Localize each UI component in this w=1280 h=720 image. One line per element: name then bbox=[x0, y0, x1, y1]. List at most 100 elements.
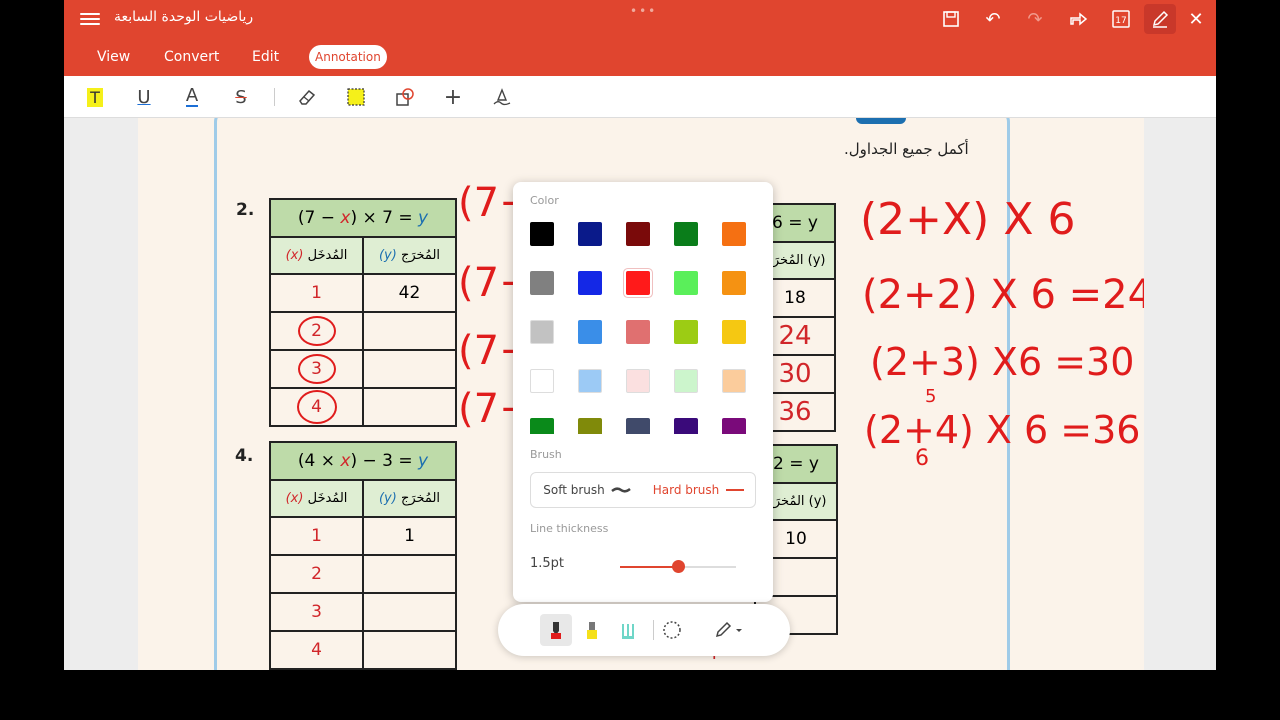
color-swatch[interactable] bbox=[722, 320, 746, 344]
color-swatch[interactable] bbox=[578, 271, 602, 295]
q2-output-cell bbox=[362, 311, 457, 351]
pdf-app: رياضيات الوحدة السابعة ••• ↶ ↷ 17 ✕ View… bbox=[64, 0, 1216, 670]
share-icon[interactable] bbox=[1064, 6, 1092, 32]
handwriting-line: (2+X) X 6 bbox=[860, 194, 1076, 245]
pen-toolbar bbox=[498, 604, 790, 656]
q4-input-header: (x) المُدخَل bbox=[269, 479, 364, 518]
shape-icon[interactable] bbox=[393, 86, 417, 108]
close-icon[interactable]: ✕ bbox=[1182, 6, 1210, 32]
color-swatch[interactable] bbox=[722, 222, 746, 246]
tab-view[interactable]: View bbox=[97, 44, 130, 70]
save-icon[interactable] bbox=[937, 6, 965, 32]
color-swatch[interactable] bbox=[674, 418, 698, 434]
color-swatch[interactable] bbox=[674, 271, 698, 295]
annotation-toolbar: T U A S + bbox=[64, 76, 1216, 118]
text-highlight-icon[interactable]: T bbox=[83, 86, 107, 108]
q4-output-cell bbox=[362, 554, 457, 594]
color-swatches bbox=[530, 222, 760, 434]
handwriting-line: (2+4) X 6 =36 bbox=[864, 408, 1141, 452]
color-swatch[interactable] bbox=[530, 222, 554, 246]
color-swatch[interactable] bbox=[674, 222, 698, 246]
handwriting-note: 5 bbox=[925, 386, 937, 407]
q2-output-cell bbox=[362, 387, 457, 427]
q4-input-cell: 2 bbox=[269, 554, 364, 594]
q2-input-cell: 2 bbox=[269, 311, 364, 351]
soft-brush-option[interactable]: Soft brush bbox=[531, 473, 643, 507]
color-swatch[interactable] bbox=[578, 320, 602, 344]
eraser-icon[interactable] bbox=[295, 86, 319, 108]
q2-input-header: (x) المُدخَل bbox=[269, 236, 364, 275]
q4-rule: (4 × x) − 3 = y bbox=[269, 441, 457, 481]
signature-pen-icon[interactable] bbox=[490, 86, 514, 108]
document-title: رياضيات الوحدة السابعة bbox=[114, 9, 254, 25]
menu-icon[interactable] bbox=[80, 10, 100, 30]
annotate-pen-icon[interactable] bbox=[1144, 4, 1176, 34]
q4-table: (4 × x) − 3 = y (x) المُدخَل (y) المُخرَ… bbox=[269, 441, 457, 670]
color-swatch[interactable] bbox=[530, 418, 554, 434]
brush-selector: Soft brush Hard brush bbox=[530, 472, 756, 508]
q2-input-cell: 1 bbox=[269, 273, 364, 313]
add-icon[interactable]: + bbox=[441, 85, 465, 110]
slider-knob[interactable] bbox=[672, 560, 685, 573]
hard-brush-icon bbox=[726, 489, 745, 491]
instruction-text: أكمل جميع الجداول. bbox=[844, 140, 969, 158]
color-swatch[interactable] bbox=[626, 222, 650, 246]
top-bar: رياضيات الوحدة السابعة ••• ↶ ↷ 17 ✕ View… bbox=[64, 0, 1216, 76]
undo-icon[interactable]: ↶ bbox=[979, 6, 1007, 32]
underline-icon[interactable]: U bbox=[132, 86, 156, 108]
drag-handle-icon[interactable]: ••• bbox=[630, 4, 657, 18]
redo-icon[interactable]: ↷ bbox=[1021, 6, 1049, 32]
color-swatch[interactable] bbox=[626, 418, 650, 434]
pen-settings-icon[interactable] bbox=[706, 614, 752, 646]
color-swatch[interactable] bbox=[530, 320, 554, 344]
color-swatch[interactable] bbox=[578, 418, 602, 434]
q2-output-header: (y) المُخرَج bbox=[362, 236, 457, 275]
thickness-label: Line thickness bbox=[530, 522, 609, 535]
color-swatch[interactable] bbox=[722, 369, 746, 393]
color-swatch[interactable] bbox=[674, 320, 698, 344]
pen-icon[interactable] bbox=[540, 614, 572, 646]
color-swatch[interactable] bbox=[626, 271, 650, 295]
thickness-slider[interactable] bbox=[620, 560, 736, 573]
tab-annotation[interactable]: Annotation bbox=[309, 45, 387, 69]
highlighter-icon[interactable] bbox=[576, 614, 608, 646]
q4-input-cell: 3 bbox=[269, 592, 364, 632]
slider-fill bbox=[620, 566, 678, 568]
area-highlight-icon[interactable] bbox=[344, 86, 368, 108]
page-badge: 17 bbox=[1115, 16, 1126, 26]
q2-output-cell: 42 bbox=[362, 273, 457, 313]
color-swatch[interactable] bbox=[530, 369, 554, 393]
eraser-tool-icon[interactable] bbox=[612, 614, 644, 646]
color-swatch[interactable] bbox=[626, 320, 650, 344]
q2-output-cell bbox=[362, 349, 457, 389]
soft-brush-icon bbox=[610, 487, 631, 493]
handwriting-note: 6 bbox=[915, 446, 929, 471]
color-swatch[interactable] bbox=[530, 271, 554, 295]
color-picker-popup: Color Brush Soft brush Hard brush Line t… bbox=[513, 182, 773, 602]
question-number: 2. bbox=[236, 200, 255, 220]
highlight-glyph: T bbox=[87, 87, 103, 107]
color-swatch[interactable] bbox=[626, 369, 650, 393]
q4-output-header: (y) المُخرَج bbox=[362, 479, 457, 518]
color-swatch[interactable] bbox=[578, 369, 602, 393]
q4-output-cell: 1 bbox=[362, 516, 457, 556]
strike-glyph: S bbox=[235, 86, 247, 108]
text-color-icon[interactable]: A bbox=[180, 86, 204, 108]
question-number: 4. bbox=[235, 446, 254, 466]
thickness-value: 1.5pt bbox=[530, 556, 565, 571]
tab-edit[interactable]: Edit bbox=[252, 44, 279, 70]
q4-input-cell: 1 bbox=[269, 516, 364, 556]
page-count-icon[interactable]: 17 bbox=[1107, 6, 1135, 32]
hard-brush-option[interactable]: Hard brush bbox=[643, 473, 755, 507]
color-swatch[interactable] bbox=[722, 271, 746, 295]
heading-fragment bbox=[856, 118, 906, 124]
q4-input-cell: 4 bbox=[269, 630, 364, 670]
lasso-icon[interactable] bbox=[656, 614, 688, 646]
q4-output-cell bbox=[362, 592, 457, 632]
color-swatch[interactable] bbox=[722, 418, 746, 434]
color-swatch[interactable] bbox=[674, 369, 698, 393]
tab-convert[interactable]: Convert bbox=[164, 44, 219, 70]
strikethrough-icon[interactable]: S bbox=[229, 86, 253, 108]
q2-table: (7 − x) × 7 = y (x) المُدخَل (y) المُخرَ… bbox=[269, 198, 457, 427]
color-swatch[interactable] bbox=[578, 222, 602, 246]
